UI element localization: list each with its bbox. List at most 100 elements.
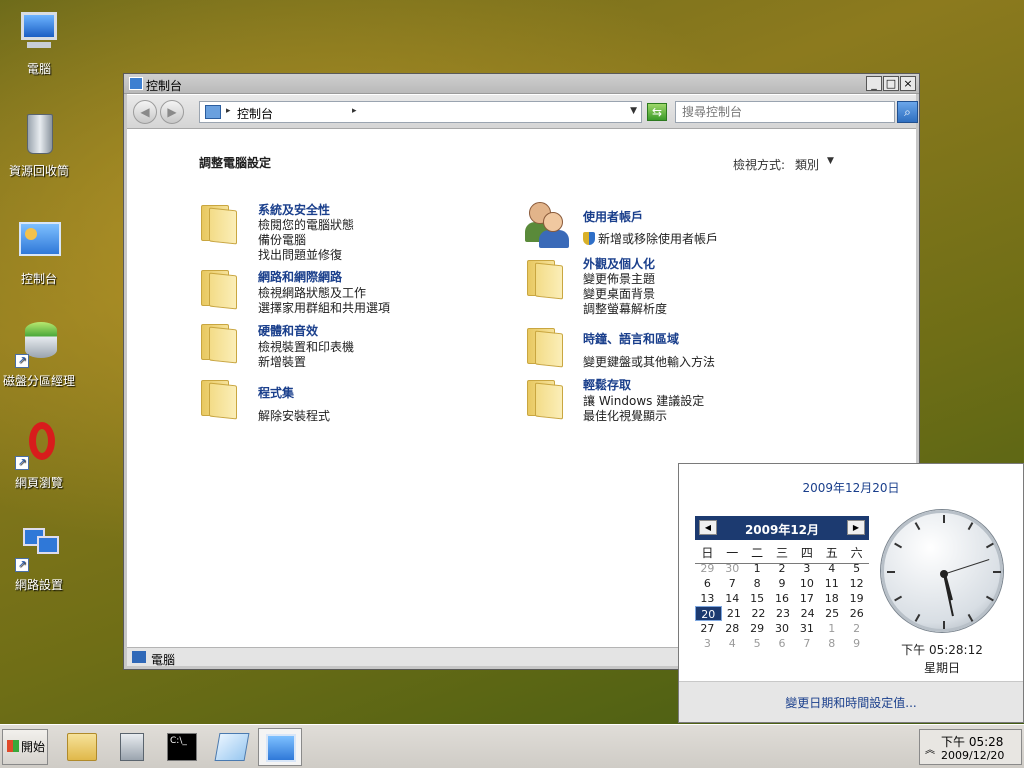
category-clock-region[interactable]: 時鐘、語言和區域 [583, 330, 679, 347]
minimize-button[interactable]: _ [866, 76, 882, 91]
calendar-day[interactable]: 4 [720, 636, 745, 651]
address-bar[interactable]: ▸ 控制台 ▸ ▼ [199, 101, 642, 123]
link-screen-resolution[interactable]: 調整螢幕解析度 [583, 300, 667, 317]
full-date-link[interactable]: 2009年12月20日 [679, 479, 1023, 496]
calendar-day[interactable]: 17 [794, 591, 819, 606]
search-button[interactable]: ⌕ [897, 101, 918, 123]
calendar-day[interactable]: 29 [695, 561, 720, 576]
category-network[interactable]: 網路和網際網路 [258, 268, 342, 285]
calendar-day[interactable]: 21 [722, 606, 747, 621]
back-button[interactable]: ◀ [133, 100, 157, 124]
link-keyboard-input[interactable]: 變更鍵盤或其他輸入方法 [583, 353, 715, 370]
calendar-day[interactable]: 26 [844, 606, 869, 621]
navigation-bar: ◀ ▶ ▸ 控制台 ▸ ▼ ⇆ ⌕ [127, 95, 918, 129]
chevron-right-icon[interactable]: ▸ [226, 106, 231, 116]
desktop-icon-recycle-bin[interactable]: 資源回收筒 [0, 110, 78, 179]
calendar-day[interactable]: 7 [720, 576, 745, 591]
calendar-day[interactable]: 31 [794, 621, 819, 636]
calendar-day[interactable]: 3 [794, 561, 819, 576]
calendar-day[interactable]: 18 [819, 591, 844, 606]
next-month-button[interactable]: ▶ [847, 520, 865, 535]
calendar-day[interactable]: 24 [795, 606, 820, 621]
calendar-day[interactable]: 5 [844, 561, 869, 576]
folder-icon[interactable] [525, 378, 563, 420]
calendar-day[interactable]: 16 [770, 591, 795, 606]
calendar-day[interactable]: 10 [794, 576, 819, 591]
taskbar-explorer[interactable] [60, 728, 104, 766]
link-optimize-display[interactable]: 最佳化視覺顯示 [583, 407, 667, 424]
desktop-icon-computer[interactable]: 電腦 [0, 8, 78, 77]
desktop-icon-network-settings[interactable]: ↗ 網路設置 [0, 524, 78, 593]
calendar-day[interactable]: 2 [770, 561, 795, 576]
folder-icon[interactable] [199, 203, 237, 245]
calendar-day[interactable]: 14 [720, 591, 745, 606]
calendar-day[interactable]: 5 [745, 636, 770, 651]
chevron-right-icon[interactable]: ▸ [352, 106, 357, 116]
calendar-day[interactable]: 1 [745, 561, 770, 576]
maximize-button[interactable]: □ [883, 76, 899, 91]
desktop-icon-disk-management[interactable]: ↗ 磁盤分區經理 [0, 320, 78, 389]
taskbar-control-panel[interactable] [258, 728, 302, 766]
calendar-day-selected[interactable]: 20 [695, 606, 722, 621]
change-date-time-link[interactable]: 變更日期和時間設定值... [679, 694, 1023, 711]
calendar-day[interactable]: 9 [844, 636, 869, 651]
folder-icon[interactable] [525, 326, 563, 368]
calendar-day[interactable]: 28 [720, 621, 745, 636]
calendar-day[interactable]: 1 [819, 621, 844, 636]
system-tray-clock[interactable]: ︽ 下午 05:28 2009/12/20 [919, 729, 1022, 765]
folder-icon[interactable] [199, 268, 237, 310]
link-add-device[interactable]: 新增裝置 [258, 353, 306, 370]
category-hardware[interactable]: 硬體和音效 [258, 322, 318, 339]
calendar-day[interactable]: 13 [695, 591, 720, 606]
calendar-day[interactable]: 9 [770, 576, 795, 591]
folder-icon[interactable] [199, 378, 237, 420]
month-label[interactable]: 2009年12月 [695, 521, 869, 538]
taskbar-calculator[interactable] [110, 728, 154, 766]
calendar-day[interactable]: 25 [820, 606, 845, 621]
calendar-day[interactable]: 19 [844, 591, 869, 606]
link-troubleshoot[interactable]: 找出問題並修復 [258, 246, 342, 263]
calendar-day[interactable]: 15 [745, 591, 770, 606]
forward-button[interactable]: ▶ [160, 100, 184, 124]
close-button[interactable]: × [900, 76, 916, 91]
chevron-up-icon[interactable]: ︽ [925, 741, 935, 756]
title-bar[interactable]: 控制台 _ □ × [124, 74, 919, 94]
link-add-remove-users[interactable]: 新增或移除使用者帳戶 [583, 230, 718, 247]
folder-icon[interactable] [199, 322, 237, 364]
users-icon[interactable] [525, 202, 569, 248]
calendar-day[interactable]: 11 [819, 576, 844, 591]
link-homegroup[interactable]: 選擇家用群組和共用選項 [258, 299, 390, 316]
taskbar-notepad[interactable] [210, 728, 254, 766]
calendar-day[interactable]: 29 [745, 621, 770, 636]
calendar-day[interactable]: 8 [819, 636, 844, 651]
chevron-down-icon[interactable]: ▼ [630, 106, 637, 116]
calendar-day[interactable]: 27 [695, 621, 720, 636]
folder-icon[interactable] [525, 258, 563, 300]
view-by-dropdown[interactable]: 類別 [795, 156, 819, 173]
taskbar-command-prompt[interactable]: C:\_ [160, 728, 204, 766]
start-button[interactable]: 開始 [2, 729, 48, 765]
category-programs[interactable]: 程式集 [258, 384, 294, 401]
calendar-day[interactable]: 30 [720, 561, 745, 576]
link-uninstall[interactable]: 解除安裝程式 [258, 407, 330, 424]
calendar-day[interactable]: 6 [770, 636, 795, 651]
calendar-day[interactable]: 23 [771, 606, 796, 621]
calendar-day[interactable]: 22 [746, 606, 771, 621]
calendar-day[interactable]: 30 [770, 621, 795, 636]
calendar-day[interactable]: 2 [844, 621, 869, 636]
calendar-day[interactable]: 3 [695, 636, 720, 651]
category-ease-access[interactable]: 輕鬆存取 [583, 376, 631, 393]
refresh-button[interactable]: ⇆ [647, 103, 667, 121]
calendar-day[interactable]: 7 [794, 636, 819, 651]
tray-date: 2009/12/20 [941, 749, 1005, 762]
breadcrumb[interactable]: 控制台 [237, 105, 273, 122]
category-user-accounts[interactable]: 使用者帳戶 [583, 208, 643, 225]
desktop-icon-control-panel[interactable]: 控制台 [0, 218, 78, 287]
search-input[interactable] [675, 101, 895, 123]
chevron-down-icon[interactable]: ▼ [827, 156, 834, 166]
calendar-day[interactable]: 8 [745, 576, 770, 591]
desktop-icon-web-browser[interactable]: ↗ 網頁瀏覽 [0, 422, 78, 491]
calendar-day[interactable]: 6 [695, 576, 720, 591]
calendar-day[interactable]: 4 [819, 561, 844, 576]
calendar-day[interactable]: 12 [844, 576, 869, 591]
